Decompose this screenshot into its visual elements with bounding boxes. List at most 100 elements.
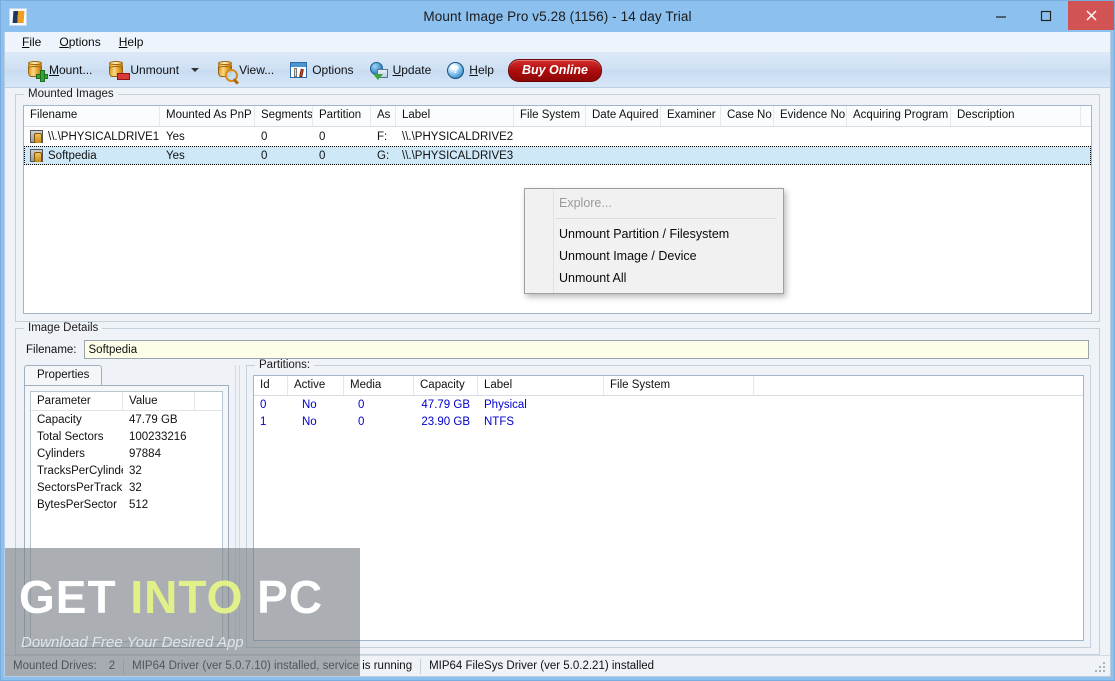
title-bar: Mount Image Pro v5.28 (1156) - 14 day Tr… xyxy=(1,1,1114,32)
listview-header: Filename Mounted As PnP Segments Partition A… xyxy=(24,106,1091,127)
status-filesys-driver: MIP64 FileSys Driver (ver 5.0.2.21) inst… xyxy=(429,660,655,672)
options-button-label: Options xyxy=(312,63,354,77)
minimize-button[interactable] xyxy=(978,1,1023,30)
listview-cell-4: G: xyxy=(377,149,390,162)
listview-column-12[interactable]: Description xyxy=(951,106,1081,126)
properties-column-0[interactable]: Parameter xyxy=(31,392,123,410)
close-button[interactable] xyxy=(1068,1,1114,30)
tab-properties[interactable]: Properties xyxy=(24,365,103,385)
properties-row[interactable]: Cylinders 97884 xyxy=(31,445,222,462)
properties-pane: Properties Parameter Value Capacity 47.79 … xyxy=(24,365,229,648)
help-button-label: Help xyxy=(469,63,494,77)
listview-cell-0: \\.\PHYSICALDRIVE1 xyxy=(24,130,160,143)
mount-drive-icon xyxy=(27,61,48,82)
status-driver: MIP64 Driver (ver 5.0.7.10) installed, s… xyxy=(132,660,413,672)
partitions-column-3[interactable]: Capacity xyxy=(414,376,478,395)
listview-column-0[interactable]: Filename xyxy=(24,106,160,126)
partitions-table-body: 0 No 0 47.79 GB Physical 1 No 0 23.90 GB NTFS xyxy=(254,396,1083,430)
buy-online-button[interactable]: Buy Online xyxy=(507,58,602,82)
properties-row[interactable]: Capacity 47.79 GB xyxy=(31,411,222,428)
partitions-cell-3: 47.79 GB xyxy=(421,398,470,411)
properties-cell-0: Total Sectors xyxy=(37,430,104,443)
properties-row[interactable]: BytesPerSector 512 xyxy=(31,496,222,513)
maximize-button[interactable] xyxy=(1023,1,1068,30)
view-drive-icon xyxy=(217,61,239,82)
window-title: Mount Image Pro v5.28 (1156) - 14 day Tr… xyxy=(423,9,692,24)
partitions-cell-1: No xyxy=(302,398,317,411)
partitions-row[interactable]: 0 No 0 47.79 GB Physical xyxy=(254,396,1083,413)
unmount-button[interactable]: Unmount xyxy=(100,58,209,82)
properties-row[interactable]: Total Sectors 100233216 xyxy=(31,428,222,445)
listview-column-1[interactable]: Mounted As PnP xyxy=(160,106,255,126)
partitions-row[interactable]: 1 No 0 23.90 GB NTFS xyxy=(254,413,1083,430)
filename-row: Filename: xyxy=(26,340,1089,359)
listview-column-3[interactable]: Partition xyxy=(313,106,371,126)
menu-file[interactable]: File xyxy=(13,33,50,51)
options-button[interactable]: Options xyxy=(282,59,361,81)
context-menu-item-3[interactable]: Unmount Image / Device xyxy=(525,245,783,267)
context-menu-item-4[interactable]: Unmount All xyxy=(525,267,783,289)
properties-row[interactable]: SectorsPerTrack 32 xyxy=(31,479,222,496)
view-button[interactable]: View... xyxy=(209,58,282,82)
properties-cell-0: SectorsPerTrack xyxy=(37,481,123,494)
menu-options-label: ptions xyxy=(68,35,101,49)
partitions-cell-1: No xyxy=(302,415,317,428)
status-mounted-drives-label: Mounted Drives: xyxy=(13,660,97,672)
partitions-column-1[interactable]: Active xyxy=(288,376,344,395)
properties-cell-1: 100233216 xyxy=(129,430,187,443)
properties-table[interactable]: Parameter Value Capacity 47.79 GB Total Sec… xyxy=(30,391,223,642)
app-logo-icon xyxy=(9,7,27,26)
listview-column-2[interactable]: Segments xyxy=(255,106,313,126)
unmount-button-label: Unmount xyxy=(130,63,180,77)
listview-column-6[interactable]: File System xyxy=(514,106,586,126)
filename-input[interactable] xyxy=(83,340,1089,359)
properties-column-1[interactable]: Value xyxy=(123,392,195,410)
chevron-down-icon[interactable] xyxy=(191,68,200,72)
properties-table-body: Capacity 47.79 GB Total Sectors 100233216 Cy… xyxy=(31,411,222,513)
partitions-table[interactable]: Id Active Media Capacity Label File System 0 N… xyxy=(253,375,1084,641)
menu-help[interactable]: Help xyxy=(110,33,153,51)
partitions-cell-2: 0 xyxy=(358,398,365,411)
unmount-drive-icon xyxy=(108,61,131,80)
table-row[interactable]: \\.\PHYSICALDRIVE1 Yes 0 0 F: \\.\PHYSICALDRI… xyxy=(24,127,1091,146)
question-mark-icon: ? xyxy=(447,61,465,79)
mount-button[interactable]: Mount... xyxy=(19,58,100,82)
application-window: Mount Image Pro v5.28 (1156) - 14 day Tr… xyxy=(0,0,1115,681)
plus-badge-icon xyxy=(36,70,48,82)
listview-filename-text: Softpedia xyxy=(48,149,97,162)
listview-column-10[interactable]: Evidence No xyxy=(774,106,847,126)
listview-column-11[interactable]: Acquiring Program xyxy=(847,106,951,126)
image-details-legend: Image Details xyxy=(24,322,103,334)
listview-column-8[interactable]: Examiner xyxy=(661,106,721,126)
properties-row[interactable]: TracksPerCylinder 32 xyxy=(31,462,222,479)
properties-cell-0: Capacity xyxy=(37,413,82,426)
context-menu-separator xyxy=(555,218,777,219)
listview-column-7[interactable]: Date Aquired xyxy=(586,106,661,126)
resize-grip-icon[interactable] xyxy=(1095,662,1107,674)
help-button[interactable]: ? Help xyxy=(439,59,502,82)
menu-options[interactable]: Options xyxy=(50,33,109,51)
partitions-column-5[interactable]: File System xyxy=(604,376,754,395)
listview-column-9[interactable]: Case No xyxy=(721,106,774,126)
properties-tabstrip: Properties xyxy=(24,365,229,385)
pane-splitter[interactable] xyxy=(235,365,240,648)
listview-cell-5: \\.\PHYSICALDRIVE3 xyxy=(402,149,514,162)
status-bar: Mounted Drives: 2 MIP64 Driver (ver 5.0.… xyxy=(5,655,1110,676)
listview-column-4[interactable]: As xyxy=(371,106,396,126)
partitions-column-0[interactable]: Id xyxy=(254,376,288,395)
options-tools-icon xyxy=(290,62,308,78)
table-row[interactable]: Softpedia Yes 0 0 G: \\.\PHYSICALDRIVE3 xyxy=(24,146,1091,165)
properties-cell-1: 32 xyxy=(129,464,142,477)
partitions-column-4[interactable]: Label xyxy=(478,376,604,395)
properties-cell-0: BytesPerSector xyxy=(37,498,117,511)
properties-cell-0: TracksPerCylinder xyxy=(37,464,123,477)
context-menu-item-2[interactable]: Unmount Partition / Filesystem xyxy=(525,223,783,245)
listview-column-5[interactable]: Label xyxy=(396,106,514,126)
listview-cell-1: Yes xyxy=(166,130,185,143)
partitions-cell-4: NTFS xyxy=(484,415,515,428)
update-button-label: Update xyxy=(392,63,432,77)
toolbar: Mount... Unmount View... Options Update … xyxy=(5,53,1110,88)
update-button[interactable]: Update xyxy=(362,59,440,82)
listview-cell-1: Yes xyxy=(166,149,185,162)
partitions-column-2[interactable]: Media xyxy=(344,376,414,395)
